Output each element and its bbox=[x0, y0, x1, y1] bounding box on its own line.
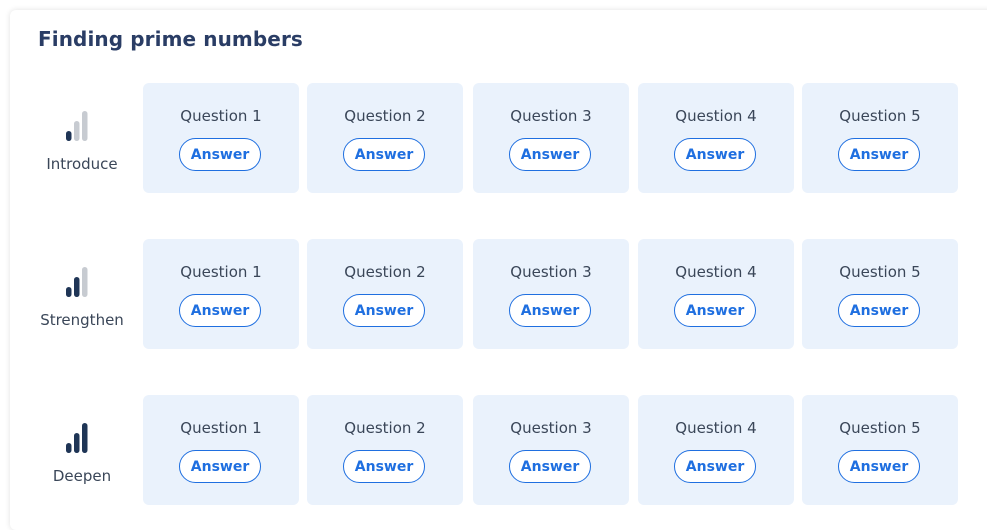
level-row-introduce: Introduce Question 1 Answer Question 2 Answe… bbox=[28, 83, 987, 193]
level-row-strengthen: Strengthen Question 1 Answer Question 2 Answ… bbox=[28, 239, 987, 349]
question-card: Question 2 Answer bbox=[307, 83, 463, 193]
answer-button[interactable]: Answer bbox=[838, 138, 920, 171]
question-card: Question 4 Answer bbox=[638, 239, 794, 349]
question-card: Question 4 Answer bbox=[638, 395, 794, 505]
question-label: Question 1 bbox=[180, 263, 262, 281]
level-name: Strengthen bbox=[40, 311, 124, 329]
answer-button[interactable]: Answer bbox=[179, 294, 261, 327]
level-name: Introduce bbox=[46, 155, 118, 173]
signal-bar bbox=[66, 443, 72, 453]
signal-bar bbox=[74, 121, 80, 141]
question-card: Question 5 Answer bbox=[802, 239, 958, 349]
signal-bar bbox=[66, 131, 72, 141]
question-card: Question 1 Answer bbox=[143, 395, 299, 505]
question-card: Question 1 Answer bbox=[143, 239, 299, 349]
answer-button[interactable]: Answer bbox=[509, 138, 591, 171]
question-card: Question 3 Answer bbox=[473, 83, 629, 193]
question-label: Question 4 bbox=[675, 263, 757, 281]
level-name: Deepen bbox=[52, 467, 112, 485]
level-label: Introduce bbox=[28, 83, 143, 193]
answer-button[interactable]: Answer bbox=[674, 450, 756, 483]
signal-strength-2-icon bbox=[66, 265, 96, 299]
question-card: Question 4 Answer bbox=[638, 83, 794, 193]
question-label: Question 1 bbox=[180, 107, 262, 125]
level-row-deepen: Deepen Question 1 Answer Question 2 Answer Qu… bbox=[28, 395, 987, 505]
signal-bar bbox=[82, 267, 88, 297]
question-card: Question 2 Answer bbox=[307, 239, 463, 349]
question-label: Question 2 bbox=[344, 107, 426, 125]
question-card: Question 5 Answer bbox=[802, 83, 958, 193]
signal-bar bbox=[82, 423, 88, 453]
answer-button[interactable]: Answer bbox=[509, 450, 591, 483]
question-card: Question 3 Answer bbox=[473, 395, 629, 505]
question-card: Question 5 Answer bbox=[802, 395, 958, 505]
answer-button[interactable]: Answer bbox=[179, 450, 261, 483]
answer-button[interactable]: Answer bbox=[674, 138, 756, 171]
answer-button[interactable]: Answer bbox=[509, 294, 591, 327]
answer-button[interactable]: Answer bbox=[179, 138, 261, 171]
question-label: Question 1 bbox=[180, 419, 262, 437]
signal-strength-1-icon bbox=[66, 109, 96, 143]
level-label: Deepen bbox=[28, 395, 143, 505]
question-label: Question 3 bbox=[510, 419, 592, 437]
question-label: Question 2 bbox=[344, 263, 426, 281]
signal-bar bbox=[82, 111, 88, 141]
answer-button[interactable]: Answer bbox=[343, 138, 425, 171]
question-label: Question 3 bbox=[510, 263, 592, 281]
question-label: Question 4 bbox=[675, 419, 757, 437]
question-label: Question 5 bbox=[839, 107, 921, 125]
signal-strength-3-icon bbox=[66, 421, 96, 455]
answer-button[interactable]: Answer bbox=[343, 294, 425, 327]
answer-button[interactable]: Answer bbox=[343, 450, 425, 483]
signal-bar bbox=[74, 433, 80, 453]
question-label: Question 3 bbox=[510, 107, 592, 125]
question-card: Question 3 Answer bbox=[473, 239, 629, 349]
question-label: Question 5 bbox=[839, 419, 921, 437]
signal-bar bbox=[66, 287, 72, 297]
question-card: Question 1 Answer bbox=[143, 83, 299, 193]
question-label: Question 5 bbox=[839, 263, 921, 281]
question-label: Question 2 bbox=[344, 419, 426, 437]
answer-button[interactable]: Answer bbox=[838, 450, 920, 483]
signal-bar bbox=[74, 277, 80, 297]
question-card: Question 2 Answer bbox=[307, 395, 463, 505]
lesson-title: Finding prime numbers bbox=[38, 27, 303, 51]
level-label: Strengthen bbox=[28, 239, 143, 349]
answer-button[interactable]: Answer bbox=[674, 294, 756, 327]
answer-button[interactable]: Answer bbox=[838, 294, 920, 327]
question-label: Question 4 bbox=[675, 107, 757, 125]
